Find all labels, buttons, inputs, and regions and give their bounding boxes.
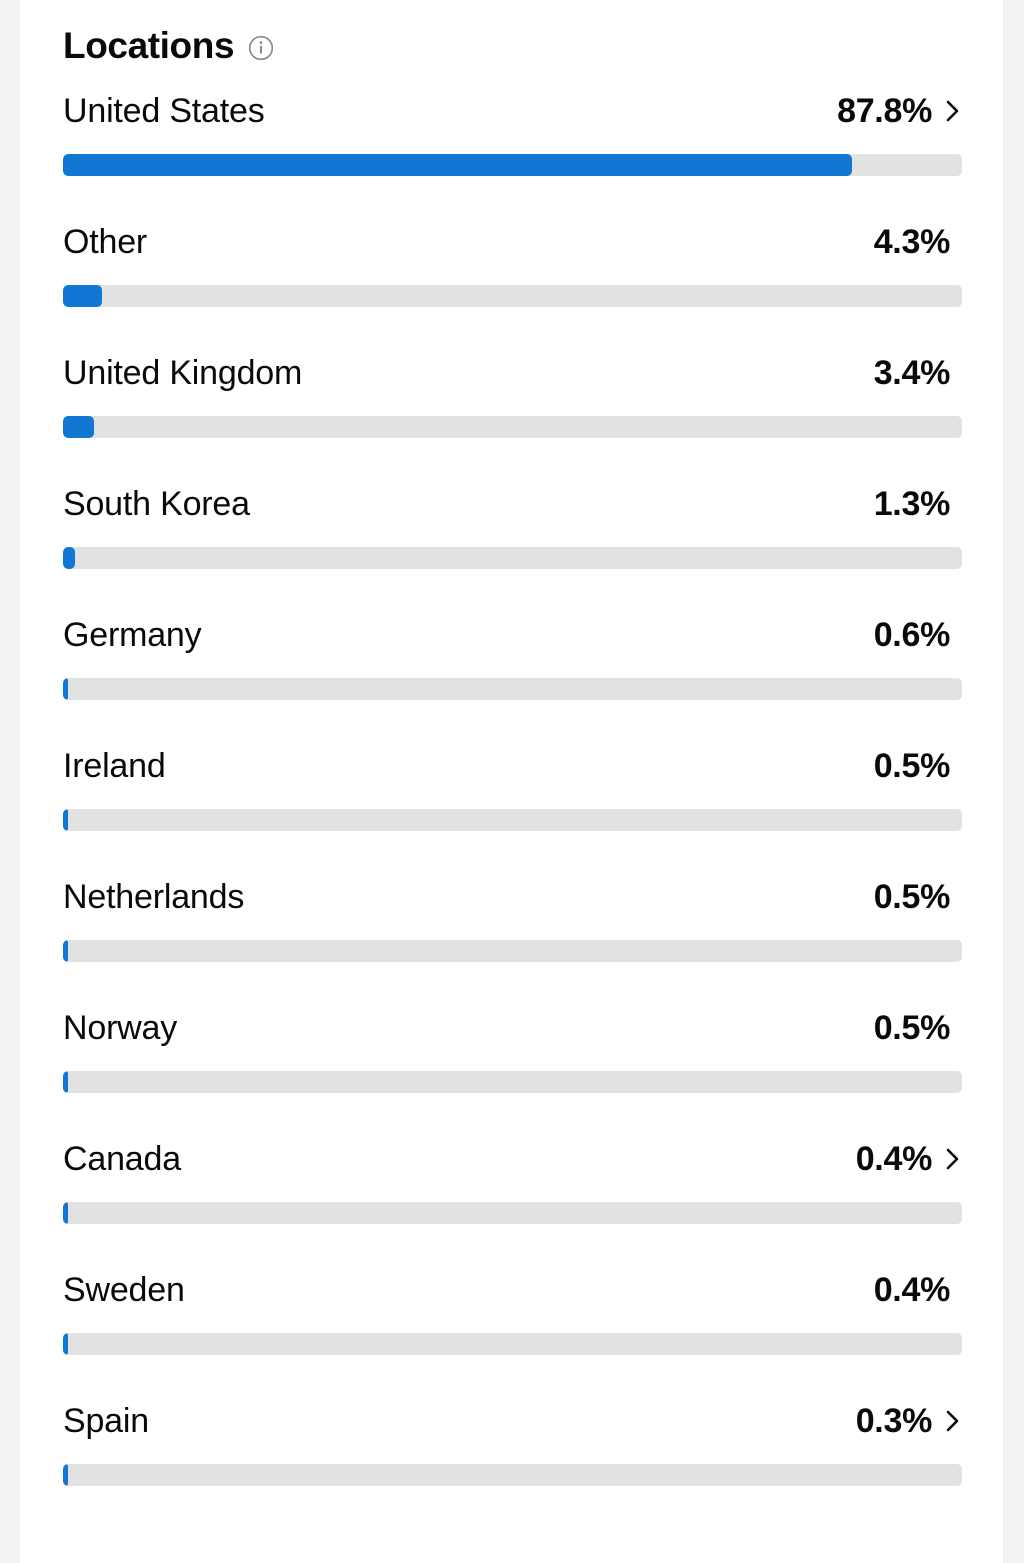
location-row-right: 0.4% [856,1136,962,1182]
location-bar-fill [63,1464,68,1486]
location-percent: 0.5% [873,1009,951,1047]
location-bar-track [63,1464,962,1486]
location-percent: 0.6% [873,616,951,654]
location-row-top: Other 4.3% [63,219,962,265]
location-row-top: Germany 0.6% [63,612,962,658]
location-name: Other [63,223,148,261]
location-row-right: 0.5% [874,874,962,920]
location-row-right: 3.4% [874,350,962,396]
location-row-right: 0.5% [874,743,962,789]
location-bar-track [63,154,962,176]
location-row: Norway 0.5% [63,1005,962,1136]
location-name: United States [63,92,265,130]
location-bar-fill [63,1071,68,1093]
locations-list: United States 87.8% Other 4.3% United Kingdo… [20,88,1003,1529]
location-bar-track [63,678,962,700]
location-name: Ireland [63,747,166,785]
location-name: Spain [63,1402,149,1440]
location-percent: 4.3% [873,223,951,261]
location-row-right: 0.6% [874,612,962,658]
location-row-right: 87.8% [837,88,962,134]
location-row-top: South Korea 1.3% [63,481,962,527]
location-percent: 3.4% [873,354,951,392]
location-bar-track [63,1333,962,1355]
location-name: Sweden [63,1271,185,1309]
location-name: United Kingdom [63,354,303,392]
card-header: Locations [20,0,1003,64]
location-row-right: 0.3% [856,1398,962,1444]
page-background: Locations United States 87.8% Other 4.3% Uni… [0,0,1024,1563]
location-name: Norway [63,1009,178,1047]
location-row-top: Sweden 0.4% [63,1267,962,1313]
location-row-top: Ireland 0.5% [63,743,962,789]
location-row-top: Canada 0.4% [63,1136,962,1182]
location-bar-fill [63,1202,68,1224]
info-circle-icon[interactable] [248,35,274,61]
location-row-top: United Kingdom 3.4% [63,350,962,396]
location-percent: 0.3% [855,1402,933,1440]
location-row-right: 0.4% [874,1267,962,1313]
location-name: Canada [63,1140,181,1178]
location-bar-track [63,285,962,307]
chevron-right-icon[interactable] [944,1404,962,1438]
location-row: Sweden 0.4% [63,1267,962,1398]
location-bar-track [63,1202,962,1224]
location-row-right: 1.3% [874,481,962,527]
location-bar-fill [63,285,102,307]
location-bar-fill [63,809,68,831]
location-bar-track [63,809,962,831]
location-name: Germany [63,616,202,654]
location-row-right: 0.5% [874,1005,962,1051]
location-row-top: Spain 0.3% [63,1398,962,1444]
locations-card: Locations United States 87.8% Other 4.3% Uni… [20,0,1003,1563]
page-title: Locations [63,25,235,66]
chevron-right-icon[interactable] [944,1142,962,1176]
location-bar-fill [63,154,853,176]
location-bar-track [63,416,962,438]
location-bar-track [63,1071,962,1093]
location-row-top: United States 87.8% [63,88,962,134]
location-bar-fill [63,547,75,569]
location-row: Germany 0.6% [63,612,962,743]
location-row: United Kingdom 3.4% [63,350,962,481]
location-row: Ireland 0.5% [63,743,962,874]
chevron-right-icon[interactable] [944,94,962,128]
location-row-top: Netherlands 0.5% [63,874,962,920]
location-percent: 1.3% [873,485,951,523]
location-percent: 87.8% [837,92,932,130]
location-row: Netherlands 0.5% [63,874,962,1005]
location-row-right: 4.3% [874,219,962,265]
location-row[interactable]: Spain 0.3% [63,1398,962,1529]
location-row[interactable]: United States 87.8% [63,88,962,219]
location-name: Netherlands [63,878,245,916]
location-row[interactable]: Canada 0.4% [63,1136,962,1267]
location-percent: 0.5% [873,747,951,785]
location-row: South Korea 1.3% [63,481,962,612]
location-bar-fill [63,678,69,700]
location-percent: 0.4% [855,1140,933,1178]
location-row: Other 4.3% [63,219,962,350]
location-percent: 0.4% [873,1271,951,1309]
location-bar-track [63,940,962,962]
location-row-top: Norway 0.5% [63,1005,962,1051]
location-percent: 0.5% [873,878,951,916]
location-bar-fill [63,416,94,438]
location-name: South Korea [63,485,250,523]
location-bar-fill [63,940,68,962]
location-bar-track [63,547,962,569]
location-bar-fill [63,1333,68,1355]
